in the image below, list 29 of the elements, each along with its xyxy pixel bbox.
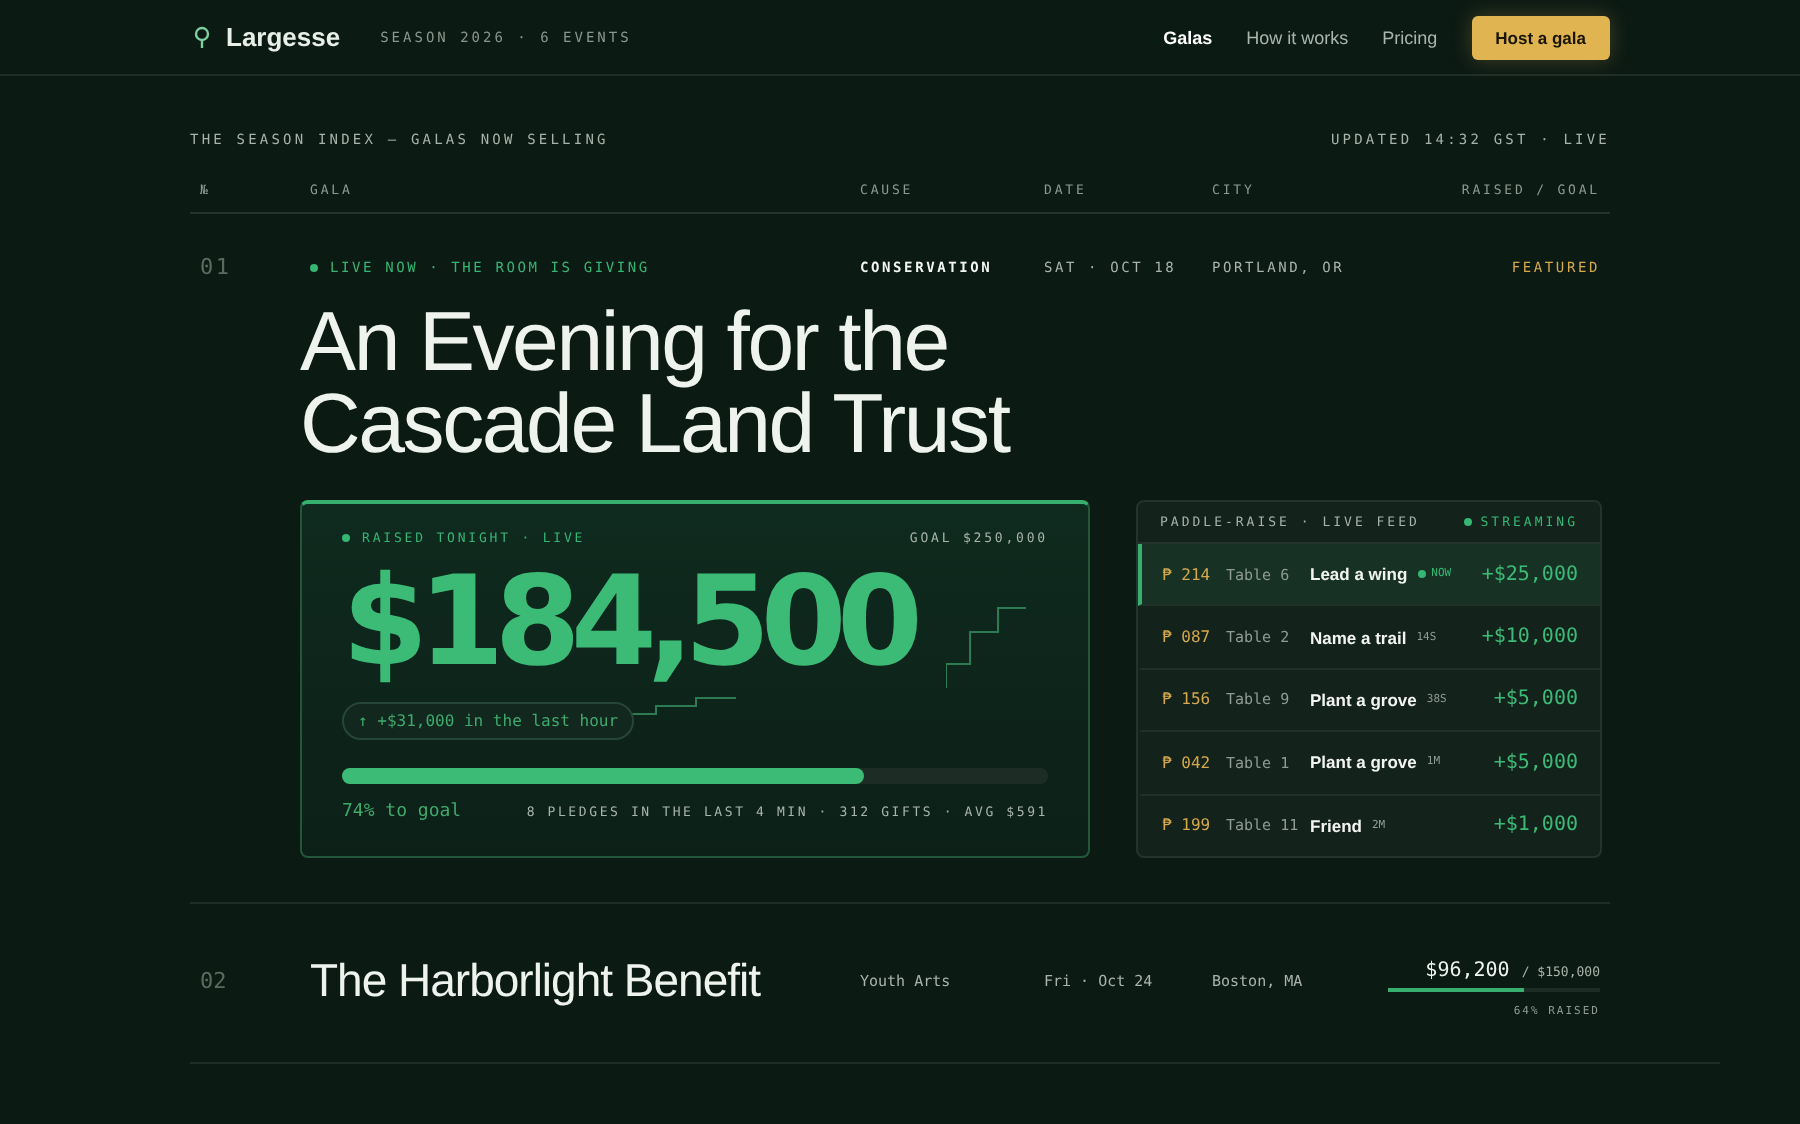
nav-link[interactable]: Galas	[1163, 27, 1213, 47]
pledge-item: Name a trail	[1310, 627, 1407, 648]
nav-link[interactable]: How it works	[1246, 27, 1349, 47]
pledge-amount: +$5,000	[1493, 688, 1578, 711]
pledge-amount: +$1,000	[1493, 814, 1578, 837]
paddle-number: ₱ 042	[1162, 753, 1213, 772]
pledge-item: Plant a grove	[1310, 689, 1417, 710]
pledge-item: Friend	[1310, 815, 1362, 836]
goal-percent: 74% to goal	[342, 802, 462, 822]
pledge-amount: +$25,000	[1481, 563, 1578, 586]
map-pin-icon	[194, 26, 210, 48]
row-number: 02	[200, 968, 229, 994]
host-gala-button[interactable]: Host a gala	[1471, 15, 1610, 59]
paddle-number: ₱ 214	[1162, 565, 1213, 584]
row-number: 01	[200, 254, 234, 280]
paddle-number: ₱ 087	[1162, 628, 1213, 647]
raised-amount: $184,500	[342, 558, 914, 686]
gala-title: An Evening for the Cascade Land Trust	[300, 300, 1012, 464]
paddle-number: ₱ 156	[1162, 690, 1213, 709]
nav-link[interactable]: Pricing	[1382, 27, 1438, 47]
gala-title: The Harborlight Benefit	[310, 954, 763, 1008]
pledge-amount: +$10,000	[1481, 626, 1578, 649]
brand-name: Largesse	[226, 22, 341, 52]
hourly-delta: ↑ +$31,000 in the last hour	[342, 702, 635, 740]
paddle-number: ₱ 199	[1162, 816, 1213, 835]
pledge-amount: +$5,000	[1493, 751, 1578, 774]
pledge-item: Lead a wing	[1310, 564, 1408, 585]
raised-amount: $96,200	[1425, 960, 1510, 982]
pledge-item: Plant a grove	[1310, 752, 1417, 773]
